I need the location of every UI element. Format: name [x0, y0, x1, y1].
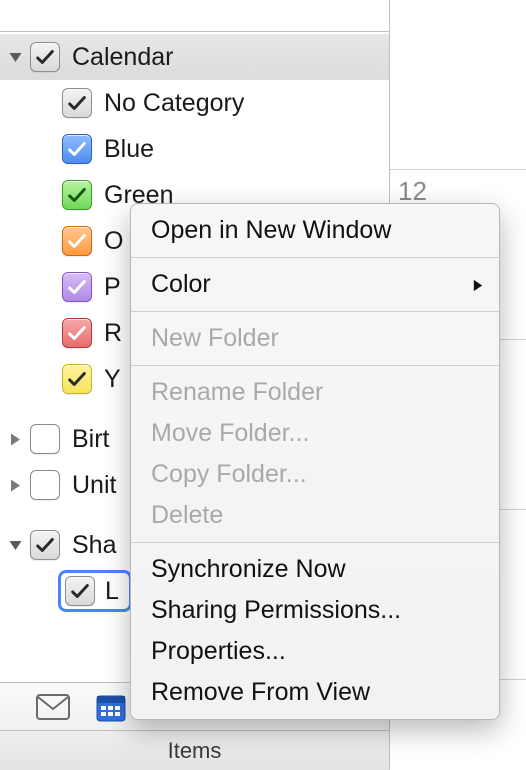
- ctx-rename-folder: Rename Folder: [131, 372, 499, 413]
- tree-item-label: R: [104, 319, 122, 348]
- checkbox-shared[interactable]: [30, 530, 60, 560]
- day-cell[interactable]: [390, 0, 526, 170]
- ctx-sharing-permissions[interactable]: Sharing Permissions...: [131, 590, 499, 631]
- checkbox-green[interactable]: [62, 180, 92, 210]
- tree-item-label: O: [104, 227, 123, 256]
- checkbox-united[interactable]: [30, 470, 60, 500]
- ctx-color[interactable]: Color: [131, 264, 499, 305]
- ctx-move-folder: Move Folder...: [131, 413, 499, 454]
- day-number: 12: [398, 176, 427, 206]
- menu-separator: [131, 365, 499, 366]
- checkbox-no-category[interactable]: [62, 88, 92, 118]
- sidebar-top: [0, 0, 389, 32]
- ctx-new-folder: New Folder: [131, 318, 499, 359]
- ctx-color-label: Color: [151, 270, 211, 298]
- disclosure-down-icon[interactable]: [6, 48, 24, 66]
- ctx-remove-from-view[interactable]: Remove From View: [131, 672, 499, 713]
- ctx-copy-folder: Copy Folder...: [131, 454, 499, 495]
- submenu-arrow-icon: [471, 270, 485, 299]
- ctx-sync-now[interactable]: Synchronize Now: [131, 549, 499, 590]
- tree-group-label: Calendar: [72, 43, 173, 72]
- disclosure-right-icon[interactable]: [6, 430, 24, 448]
- calendar-icon[interactable]: [96, 692, 126, 722]
- tree-group-label: Unit: [72, 471, 116, 500]
- status-bar: Items: [0, 730, 389, 770]
- tree-item-label: Blue: [104, 135, 154, 164]
- disclosure-right-icon[interactable]: [6, 476, 24, 494]
- checkbox-orange[interactable]: [62, 226, 92, 256]
- mail-icon[interactable]: [36, 694, 70, 720]
- tree-item-blue[interactable]: Blue: [0, 126, 389, 172]
- checkbox-blue[interactable]: [62, 134, 92, 164]
- status-text: Items: [168, 738, 222, 764]
- tree-item-label: No Category: [104, 89, 244, 118]
- menu-separator: [131, 311, 499, 312]
- tree-group-calendar[interactable]: Calendar: [0, 34, 389, 80]
- checkbox-birthdays[interactable]: [30, 424, 60, 454]
- ctx-open-new-window[interactable]: Open in New Window: [131, 210, 499, 251]
- checkbox-shared-item[interactable]: [65, 576, 95, 606]
- menu-separator: [131, 257, 499, 258]
- menu-separator: [131, 542, 499, 543]
- ctx-properties[interactable]: Properties...: [131, 631, 499, 672]
- tree-group-label: Sha: [72, 531, 116, 560]
- tree-item-label: L: [105, 577, 119, 606]
- checkbox-purple[interactable]: [62, 272, 92, 302]
- checkbox-red[interactable]: [62, 318, 92, 348]
- tree-group-label: Birt: [72, 425, 110, 454]
- tree-item-label: Y: [104, 365, 121, 394]
- ctx-delete: Delete: [131, 495, 499, 536]
- tree-item-no-category[interactable]: No Category: [0, 80, 389, 126]
- tree-item-label: P: [104, 273, 121, 302]
- checkbox-calendar[interactable]: [30, 42, 60, 72]
- disclosure-down-icon[interactable]: [6, 536, 24, 554]
- context-menu: Open in New Window Color New Folder Rena…: [130, 203, 500, 720]
- checkbox-yellow[interactable]: [62, 364, 92, 394]
